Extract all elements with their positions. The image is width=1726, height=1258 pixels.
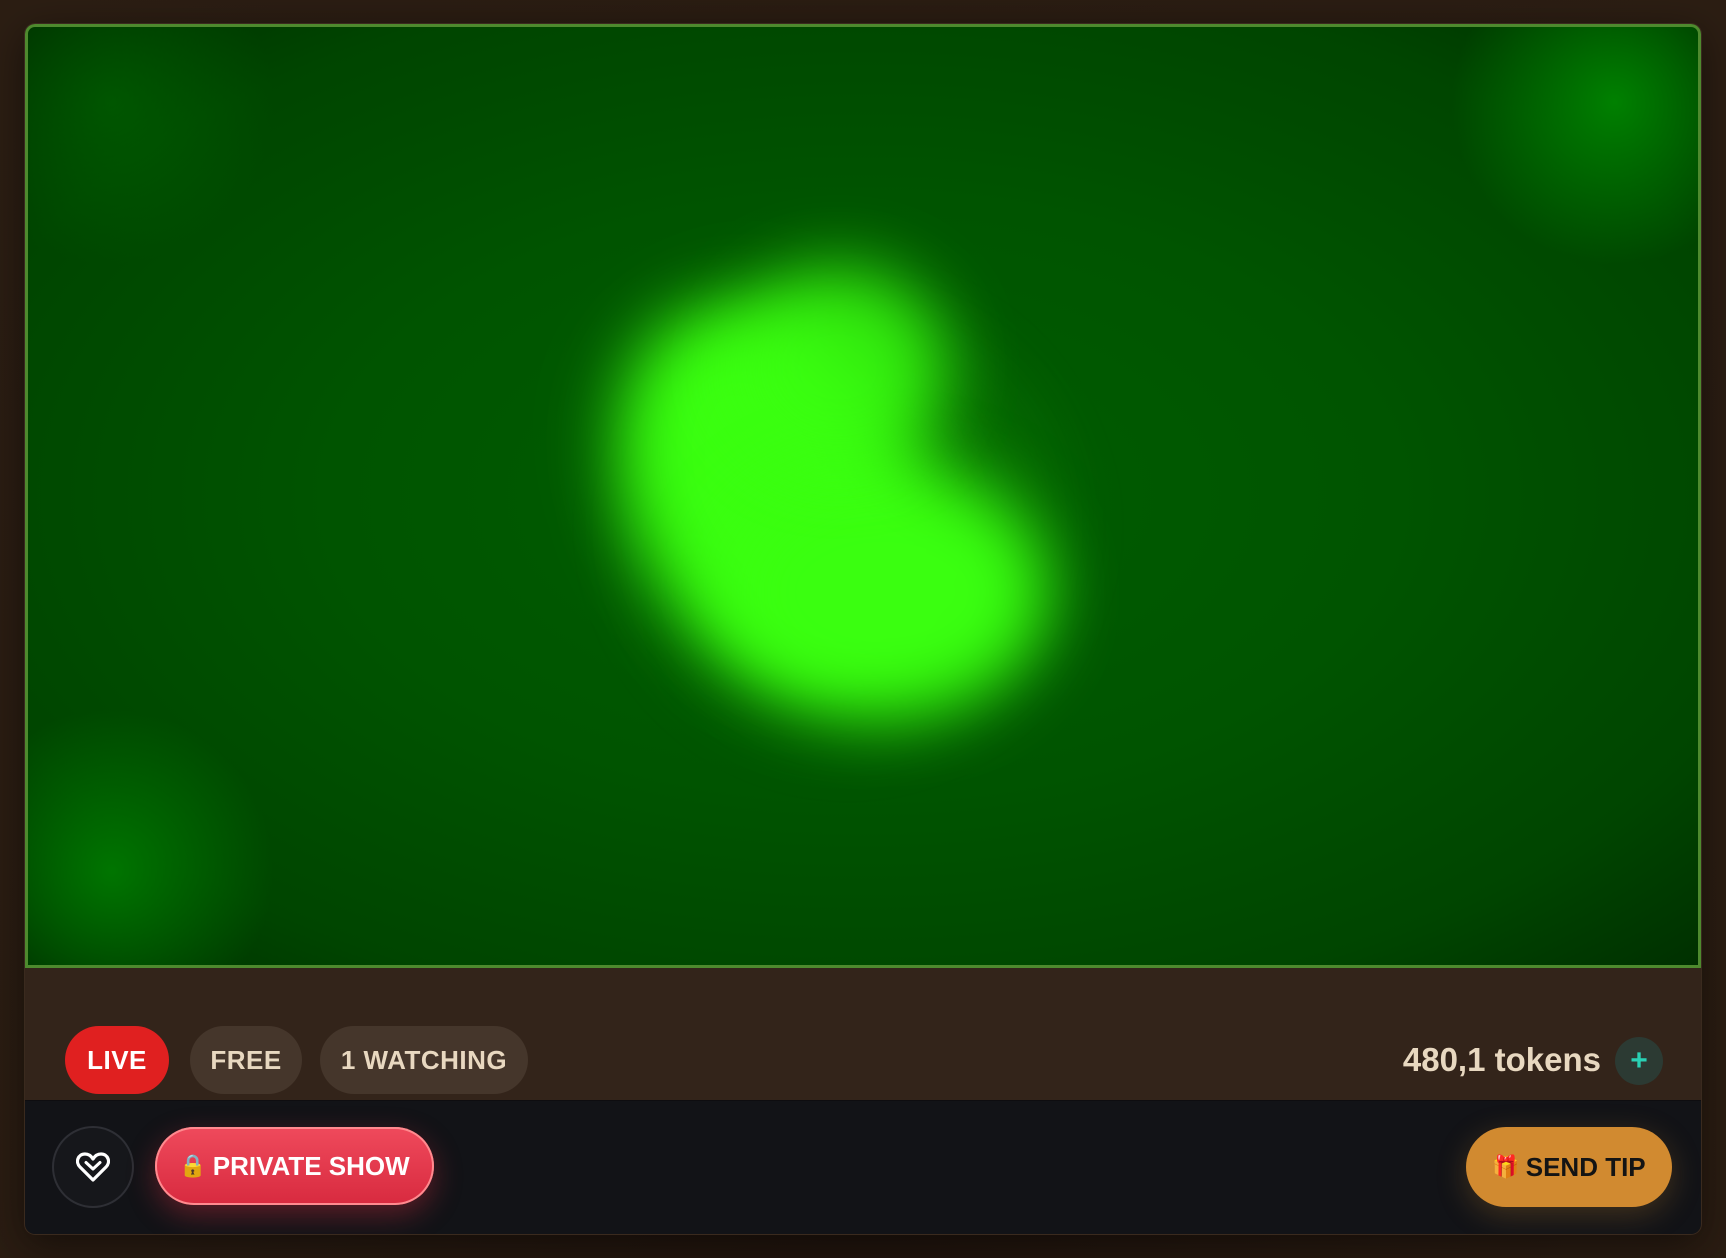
add-tokens-button[interactable]: + (1615, 1037, 1663, 1085)
video-feed[interactable] (25, 24, 1701, 968)
video-blur-shape (718, 467, 1048, 717)
stream-info-bar: LIVE FREE 1 WATCHING 480,1 tokens + (25, 968, 1701, 1101)
price-badge: FREE (190, 1026, 302, 1094)
heart-icon (76, 1152, 110, 1182)
plus-icon: + (1630, 1044, 1648, 1077)
send-tip-button[interactable]: 🎁 SEND TIP (1466, 1127, 1672, 1207)
gift-icon: 🎁 (1492, 1154, 1520, 1179)
lock-icon: 🔒 (179, 1153, 207, 1178)
live-badge: LIVE (65, 1026, 169, 1094)
send-tip-label: SEND TIP (1525, 1151, 1646, 1182)
favorite-button[interactable] (54, 1128, 132, 1206)
private-show-label: PRIVATE SHOW (212, 1150, 410, 1181)
viewer-count-badge: 1 WATCHING (320, 1026, 528, 1094)
private-show-button[interactable]: 🔒 PRIVATE SHOW (155, 1127, 434, 1205)
stream-player: LIVE FREE 1 WATCHING 480,1 tokens + 🔒 PR… (25, 24, 1701, 1234)
token-balance: 480,1 tokens (1402, 1041, 1601, 1078)
video-blur-shape (728, 267, 948, 467)
action-bar: 🔒 PRIVATE SHOW 🎁 SEND TIP (25, 1101, 1701, 1234)
page: LIVE FREE 1 WATCHING 480,1 tokens + 🔒 PR… (0, 0, 1726, 1258)
